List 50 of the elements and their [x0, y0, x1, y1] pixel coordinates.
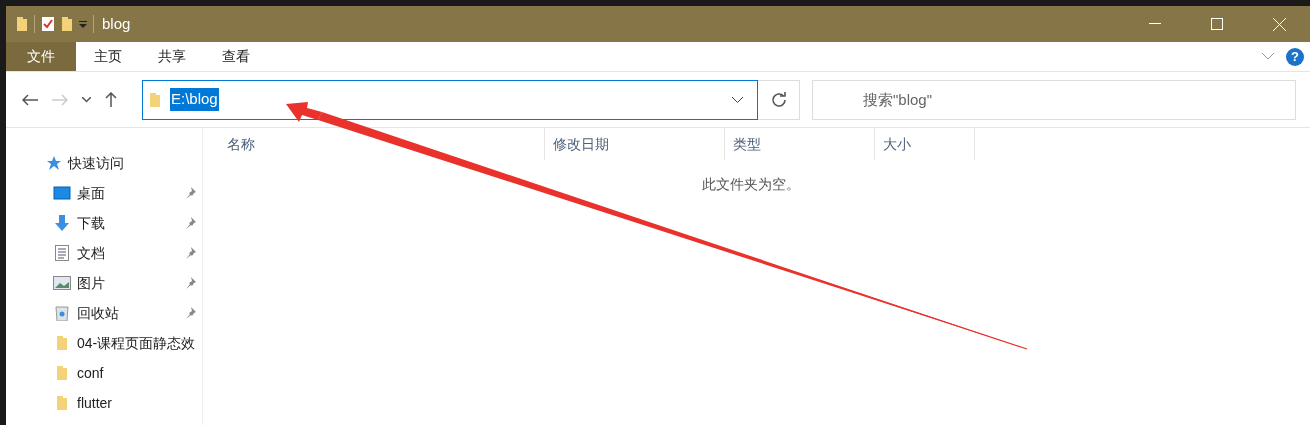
ribbon-tab[interactable]: 文件 [6, 42, 76, 71]
sidebar-item[interactable]: 04-课程页面静态效 [77, 332, 196, 354]
chevron-down-icon[interactable] [82, 96, 91, 103]
document-icon [55, 245, 69, 261]
chevron-down-icon[interactable] [732, 96, 743, 103]
star-icon [45, 155, 61, 171]
search-field[interactable]: 搜索"blog" [812, 79, 1296, 120]
address-text: E:\blog [170, 88, 219, 111]
download-arrow-icon [54, 215, 70, 231]
sidebar-item[interactable]: 桌面 [77, 182, 105, 204]
column-header[interactable]: 修改日期 [545, 128, 725, 160]
folder-icon [56, 395, 68, 411]
picture-icon [53, 276, 71, 290]
sidebar-item[interactable]: 图片 [77, 272, 105, 294]
sidebar-item[interactable]: 回收站 [77, 302, 119, 324]
sidebar-item[interactable]: conf [77, 362, 104, 384]
minimize-icon [1149, 23, 1161, 25]
empty-folder-message: 此文件夹为空。 [701, 175, 800, 194]
column-header[interactable]: 大小 [875, 128, 975, 160]
refresh-icon [770, 91, 787, 108]
window-title: blog [102, 13, 131, 34]
recycle-bin-icon [55, 305, 69, 321]
pin-icon[interactable] [184, 247, 196, 259]
sidebar-item[interactable]: 文档 [77, 242, 105, 264]
desktop-icon [53, 186, 71, 200]
pin-icon[interactable] [184, 307, 196, 319]
folder-icon[interactable] [61, 16, 73, 32]
square-icon [1211, 18, 1223, 30]
folder-icon[interactable] [16, 16, 28, 32]
ribbon-tab[interactable]: 共享 [140, 42, 204, 71]
pin-icon[interactable] [184, 217, 196, 229]
folder-icon [56, 365, 68, 381]
column-header[interactable]: 类型 [725, 128, 875, 160]
checklist-icon[interactable] [41, 16, 55, 32]
sidebar-item[interactable]: 下载 [77, 212, 105, 234]
refresh-button[interactable] [758, 79, 800, 120]
pin-icon[interactable] [184, 187, 196, 199]
forward-arrow-icon [52, 93, 68, 106]
ribbon-tab[interactable]: 主页 [76, 42, 140, 71]
close-icon [1272, 17, 1286, 31]
up-arrow-icon[interactable] [105, 92, 117, 107]
sidebar-item[interactable]: 快速访问 [68, 152, 124, 174]
back-arrow-icon[interactable] [22, 93, 38, 106]
help-button[interactable]: ? [1286, 47, 1304, 66]
dropdown-icon[interactable] [79, 20, 87, 28]
folder-icon [149, 91, 161, 108]
ribbon-tab[interactable]: 查看 [204, 42, 268, 71]
sidebar-item[interactable]: flutter [77, 392, 112, 414]
pin-icon[interactable] [184, 277, 196, 289]
folder-icon [56, 335, 68, 351]
